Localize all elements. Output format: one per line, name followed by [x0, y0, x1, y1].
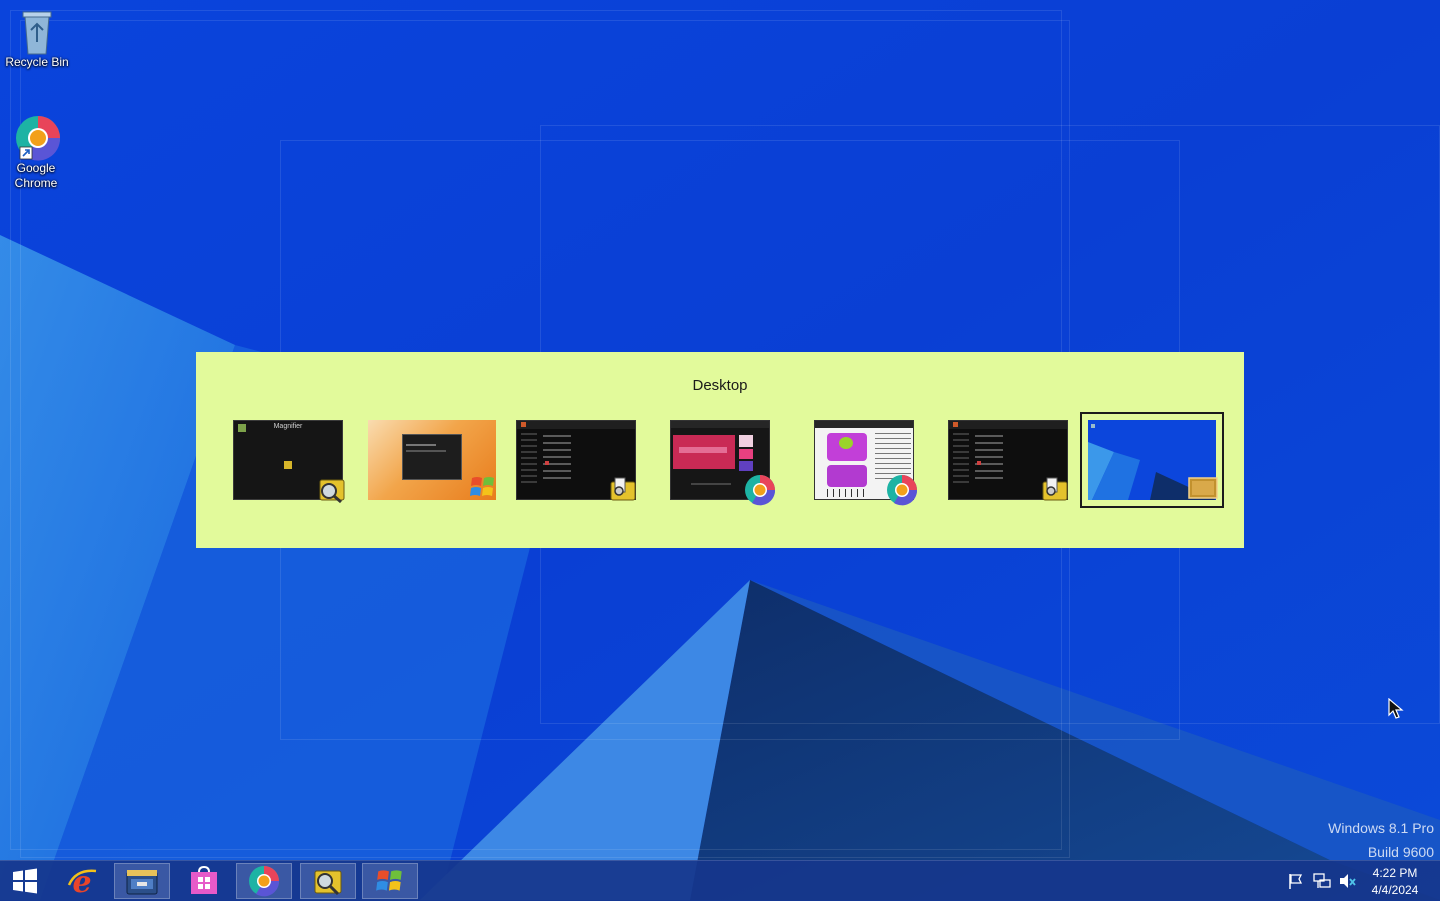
clock-time: 4:22 PM [1372, 866, 1418, 880]
chrome-icon [14, 114, 61, 161]
file-explorer-button[interactable] [114, 863, 170, 899]
windows-flag-icon [376, 870, 402, 891]
desktop-icon-label: Recycle Bin [5, 55, 69, 69]
windows-logo-icon [13, 868, 37, 894]
chrome-icon [886, 474, 918, 506]
magnifier-icon [314, 870, 342, 896]
internet-explorer-button[interactable]: e [54, 863, 110, 899]
store-button[interactable] [176, 863, 232, 899]
network-icon[interactable] [1312, 871, 1332, 891]
system-tray [1286, 861, 1358, 901]
explorer-icon [608, 474, 638, 504]
window-switcher: Desktop Magnifier [196, 352, 1244, 548]
magnifier-icon [317, 474, 347, 504]
thumbnail-caption: Magnifier [273, 423, 303, 430]
magnifier-button[interactable] [300, 863, 356, 899]
watermark-edition: Windows 8.1 Pro [1328, 820, 1434, 836]
switcher-thumb-dark-explorer-1[interactable] [516, 420, 636, 501]
action-center-flag-icon[interactable] [1286, 871, 1306, 891]
chrome-icon [744, 474, 776, 506]
store-icon [191, 866, 217, 894]
taskbar: e 4:22 PM 4/4/2024 [0, 860, 1440, 901]
file-explorer-icon [126, 870, 158, 895]
chrome-button[interactable] [236, 863, 292, 899]
taskbar-clock[interactable]: 4:22 PM 4/4/2024 [1352, 865, 1438, 899]
desktop-icon-recycle-bin[interactable]: Recycle Bin [5, 8, 69, 70]
mouse-cursor-icon [1388, 698, 1404, 719]
desktop-icon-label: Google Chrome [14, 161, 58, 190]
chrome-icon [249, 866, 280, 897]
switcher-thumb-desktop[interactable] [1080, 412, 1224, 508]
switcher-thumb-magnifier[interactable]: Magnifier [233, 420, 345, 504]
desktop-icon [1188, 472, 1218, 502]
switcher-title: Desktop [692, 377, 748, 394]
explorer-icon [1040, 474, 1070, 504]
switcher-thumb-windows-orange[interactable] [368, 420, 496, 500]
switcher-thumb-chrome-2[interactable] [814, 420, 918, 506]
clock-date: 4/4/2024 [1371, 883, 1419, 897]
desktop-icon-google-chrome[interactable]: Google Chrome [4, 114, 68, 191]
windows-flag-icon [468, 472, 498, 502]
windows-app-button[interactable] [362, 863, 418, 899]
switcher-thumb-chrome-1[interactable] [670, 420, 776, 506]
ie-icon: e [67, 865, 97, 897]
start-button[interactable] [0, 863, 50, 899]
windows-watermark: Windows 8.1 Pro Build 9600 [1328, 816, 1434, 864]
recycle-bin-icon [15, 8, 59, 55]
switcher-thumb-dark-explorer-2[interactable] [948, 420, 1068, 501]
